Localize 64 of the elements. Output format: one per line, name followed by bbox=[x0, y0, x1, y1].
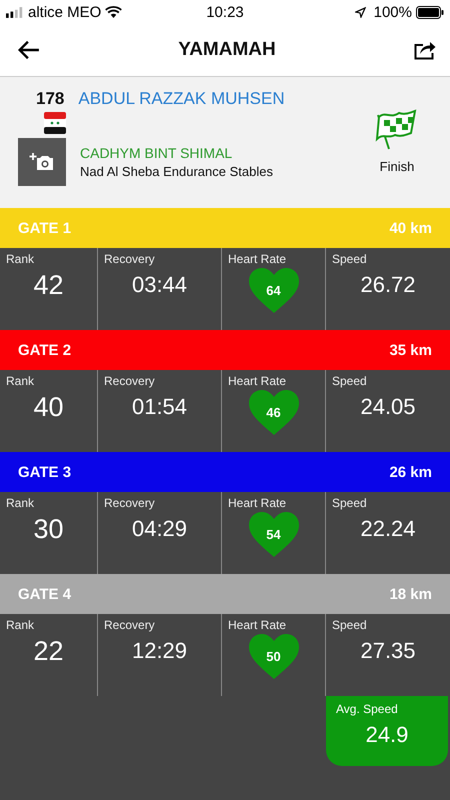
recovery-time: 01:54 bbox=[130, 394, 188, 420]
rider-number: 178 bbox=[36, 89, 64, 109]
speed-value: 22.24 bbox=[359, 516, 417, 542]
speed-value: 24.05 bbox=[359, 394, 417, 420]
average-speed-label: Avg. Speed bbox=[336, 702, 399, 716]
speed-value: 27.35 bbox=[359, 638, 417, 664]
add-photo-button[interactable] bbox=[18, 138, 66, 186]
rank-value: 30 bbox=[32, 514, 65, 545]
heart-icon bbox=[248, 268, 298, 314]
carrier-name: altice MEO bbox=[28, 4, 102, 20]
gate-name: GATE 3 bbox=[18, 464, 72, 480]
heart-rate-value: 46 bbox=[265, 405, 282, 420]
gate-distance: 35 km bbox=[389, 342, 432, 358]
heart-rate-value: 54 bbox=[265, 527, 282, 542]
recovery-time: 04:29 bbox=[130, 516, 188, 542]
speed-value: 26.72 bbox=[359, 272, 417, 298]
add-camera-icon bbox=[29, 152, 55, 172]
heart-rate-value: 64 bbox=[265, 283, 282, 298]
stable-name: Nad Al Sheba Endurance Stables bbox=[80, 164, 273, 179]
rank-label: Rank bbox=[6, 252, 36, 266]
location-arrow-icon bbox=[354, 6, 366, 18]
heart-icon bbox=[248, 512, 298, 558]
heart-rate-label: Heart Rate bbox=[228, 252, 288, 266]
rank-value: 40 bbox=[32, 392, 65, 423]
page-title: YAMAMAH bbox=[178, 39, 276, 61]
share-icon bbox=[414, 40, 436, 60]
recovery-label: Recovery bbox=[104, 374, 156, 388]
clock-time: 10:23 bbox=[206, 4, 244, 20]
gate-name: GATE 4 bbox=[18, 586, 72, 602]
battery-icon bbox=[416, 6, 444, 18]
recovery-label: Recovery bbox=[104, 252, 156, 266]
speed-label: Speed bbox=[332, 618, 368, 632]
heart-rate-label: Heart Rate bbox=[228, 374, 288, 388]
rank-label: Rank bbox=[6, 496, 36, 510]
rank-value: 42 bbox=[32, 270, 65, 301]
recovery-label: Recovery bbox=[104, 496, 156, 510]
gate-distance: 40 km bbox=[389, 220, 432, 236]
wifi-icon bbox=[105, 6, 122, 18]
horse-name: CADHYM BINT SHIMAL bbox=[80, 145, 234, 161]
battery-percent: 100% bbox=[374, 4, 412, 20]
rank-value: 22 bbox=[32, 636, 65, 667]
finish-status: Finish bbox=[380, 159, 414, 174]
average-speed-value: 24.9 bbox=[364, 722, 410, 748]
back-arrow-icon bbox=[18, 40, 40, 60]
recovery-time: 03:44 bbox=[130, 272, 188, 298]
heart-rate-label: Heart Rate bbox=[228, 496, 288, 510]
signal-icon bbox=[6, 6, 24, 18]
rider-name: ABDUL RAZZAK MUHSEN bbox=[78, 89, 285, 109]
speed-label: Speed bbox=[332, 496, 368, 510]
heart-icon bbox=[248, 390, 298, 436]
gate-name: GATE 1 bbox=[18, 220, 72, 236]
gate-distance: 18 km bbox=[389, 586, 432, 602]
speed-label: Speed bbox=[332, 374, 368, 388]
rank-label: Rank bbox=[6, 374, 36, 388]
speed-label: Speed bbox=[332, 252, 368, 266]
recovery-time: 12:29 bbox=[130, 638, 188, 664]
recovery-label: Recovery bbox=[104, 618, 156, 632]
gate-name: GATE 2 bbox=[18, 342, 72, 358]
heart-icon bbox=[248, 634, 298, 680]
heart-rate-label: Heart Rate bbox=[228, 618, 288, 632]
rank-label: Rank bbox=[6, 618, 36, 632]
gate-distance: 26 km bbox=[389, 464, 432, 480]
heart-rate-value: 50 bbox=[265, 649, 282, 664]
flag-icon bbox=[44, 112, 66, 134]
